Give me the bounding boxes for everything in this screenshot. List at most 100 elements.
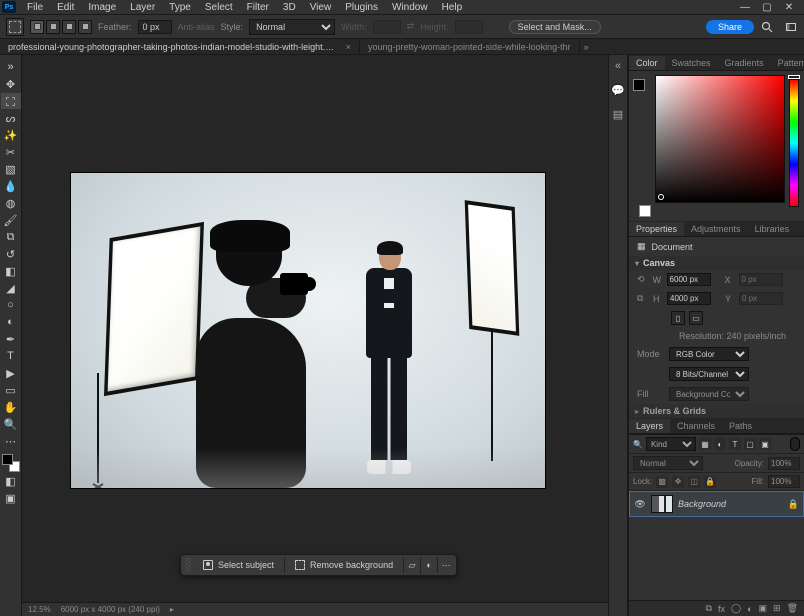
remove-background-button[interactable]: Remove background [285,557,404,573]
history-brush-tool[interactable]: ↺ [1,246,21,262]
crop-tool[interactable]: ✂ [1,144,21,160]
search-icon[interactable] [760,20,774,34]
layer-name[interactable]: Background [678,499,726,509]
search-icon[interactable]: 🔍 [633,440,643,449]
tab-paths[interactable]: Paths [722,419,759,433]
filter-adjust-icon[interactable]: ◐ [714,438,726,450]
transform-icon[interactable]: ▱ [404,557,421,574]
lock-artboard-icon[interactable]: ◫ [688,476,700,488]
layer-thumbnail[interactable] [651,495,673,513]
tab-gradients[interactable]: Gradients [718,56,771,70]
filter-type-icon[interactable]: T [729,438,741,450]
color-mode-select[interactable]: RGB Color [669,347,749,361]
filter-smart-icon[interactable]: ▣ [759,438,771,450]
feather-input[interactable] [138,20,172,34]
chevron-double-left-icon[interactable]: « [611,59,625,73]
selection-subtract-icon[interactable] [62,20,76,34]
filter-toggle[interactable] [790,437,800,451]
tab-properties[interactable]: Properties [629,222,684,236]
minimize-button[interactable]: — [740,2,750,12]
bg-mini-swatch[interactable] [639,205,651,217]
frame-tool[interactable]: ▧ [1,161,21,177]
new-layer-icon[interactable]: ⊞ [773,603,781,614]
selection-add-icon[interactable] [46,20,60,34]
layer-style-icon[interactable]: fx [718,604,725,614]
contextual-task-bar[interactable]: Select subject Remove background ▱ ◐ ⋯ [180,554,457,576]
drag-handle-icon[interactable] [185,558,191,572]
path-select-tool[interactable]: ▶ [1,365,21,381]
tab-channels[interactable]: Channels [670,419,722,433]
canvas-width-input[interactable] [667,273,711,286]
move-tool[interactable]: ✥ [1,76,21,92]
layer-mask-icon[interactable]: ◯ [731,603,741,614]
menu-help[interactable]: Help [435,0,470,15]
screen-mode-icon[interactable]: ▣ [1,490,21,506]
marquee-tool[interactable] [1,93,21,109]
gradient-tool[interactable]: ◢ [1,280,21,296]
delete-layer-icon[interactable]: 🗑 [787,603,798,614]
bit-depth-select[interactable]: 8 Bits/Channel [669,367,749,381]
edit-toolbar-icon[interactable]: ⋯ [1,433,21,449]
workspaces-icon[interactable] [784,20,798,34]
lock-icon[interactable]: 🔒 [788,499,799,510]
menu-3d[interactable]: 3D [276,0,303,15]
zoom-level[interactable]: 12.5% [28,605,51,614]
zoom-tool[interactable]: 🔍 [1,416,21,432]
layer-background[interactable]: 👁 Background 🔒 [629,491,804,517]
fill-input[interactable] [768,475,800,488]
filter-pixel-icon[interactable]: ▦ [699,438,711,450]
history-panel-icon[interactable]: ▤ [611,107,625,121]
select-and-mask-button[interactable]: Select and Mask... [509,20,601,34]
tab-patterns[interactable]: Patterns [771,56,804,70]
pen-tool[interactable]: ✒ [1,331,21,347]
quick-mask-icon[interactable]: ◧ [1,473,21,489]
menu-edit[interactable]: Edit [50,0,81,15]
fg-bg-mini-swatches[interactable] [633,79,651,217]
menu-image[interactable]: Image [81,0,123,15]
spot-heal-tool[interactable]: ◍ [1,195,21,211]
menu-filter[interactable]: Filter [240,0,276,15]
clone-stamp-tool[interactable]: ⧉ [1,229,21,245]
chevron-double-icon[interactable]: » [1,59,21,75]
visibility-icon[interactable]: 👁 [634,498,646,510]
menu-window[interactable]: Window [385,0,435,15]
lock-all-icon[interactable]: 🔒 [704,476,716,488]
brush-tool[interactable]: 🖌 [1,212,21,228]
quick-select-tool[interactable]: ✨ [1,127,21,143]
tabs-more-icon[interactable]: » [580,42,593,52]
doc-dimensions[interactable]: 6000 px x 4000 px (240 ppi) [61,605,160,614]
orientation-icon[interactable]: ⟲ [637,274,645,285]
filter-shape-icon[interactable]: ▢ [744,438,756,450]
tab-color[interactable]: Color [629,56,665,70]
close-button[interactable]: ✕ [784,2,794,12]
fg-bg-swatches[interactable] [2,454,20,472]
comments-icon[interactable]: 💬 [611,83,625,97]
link-layers-icon[interactable]: ⧉ [706,603,712,614]
lock-position-icon[interactable]: ✥ [672,476,684,488]
selection-new-icon[interactable] [30,20,44,34]
document-canvas[interactable] [71,173,545,488]
close-tab-icon[interactable]: × [346,42,351,52]
portrait-icon[interactable]: ▯ [671,311,685,325]
menu-layer[interactable]: Layer [123,0,162,15]
opacity-input[interactable] [768,457,800,470]
style-select[interactable]: Normal [249,19,335,35]
tab-adjustments[interactable]: Adjustments [684,222,748,236]
selection-intersect-icon[interactable] [78,20,92,34]
fg-swatch[interactable] [2,454,13,465]
eyedropper-tool[interactable]: 💧 [1,178,21,194]
tab-libraries[interactable]: Libraries [748,222,797,236]
canvas-area[interactable]: Select subject Remove background ▱ ◐ ⋯ [22,55,608,616]
color-cursor[interactable] [658,194,664,200]
dodge-tool[interactable]: ◐ [1,314,21,330]
lasso-tool[interactable]: ᔕ [1,110,21,126]
bg-fill-select[interactable]: Background Color [669,387,749,401]
tab-layers[interactable]: Layers [629,419,670,433]
maximize-button[interactable]: ▢ [762,2,772,12]
current-tool-icon[interactable] [6,18,24,36]
hand-tool[interactable]: ✋ [1,399,21,415]
menu-type[interactable]: Type [162,0,198,15]
new-fill-icon[interactable]: ◐ [747,604,752,614]
canvas-height-input[interactable] [667,292,711,305]
blend-mode-select[interactable]: Normal [633,456,703,470]
